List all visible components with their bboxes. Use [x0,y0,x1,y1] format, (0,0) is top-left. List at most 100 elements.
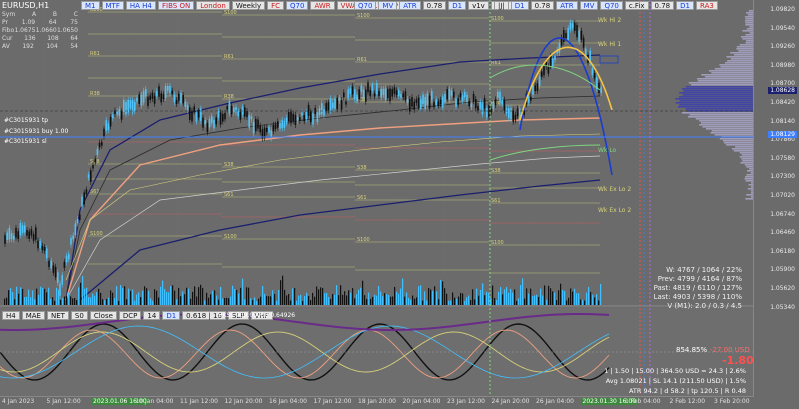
tb-right-button-4[interactable]: D1 [448,1,467,10]
volume-bar [38,294,40,305]
tb-right-button-1[interactable]: MV [378,1,398,10]
candle-body [376,83,378,95]
volume-bar [78,287,80,305]
profile-bar [730,58,753,60]
candle-body [193,106,195,112]
volume-bar [76,300,78,305]
candle-body [369,89,371,97]
tb-mid-button-3[interactable]: FC [267,1,285,10]
candle-body [142,90,145,103]
candle-body [514,114,517,121]
volume-bar [596,294,598,305]
profile-bar [699,120,753,122]
profile-bar [675,102,753,104]
candle-body [446,89,448,100]
candle-body [226,106,228,110]
candle-body [248,114,250,128]
profile-bar [696,78,753,80]
volume-bar [514,289,516,305]
tb-far-button-8[interactable]: D1 [676,1,694,10]
tb-mid-button-0[interactable]: FIBS ON [158,1,195,10]
tb-far-button-5[interactable]: Q70 [600,1,623,10]
volume-bar [326,292,328,305]
volume-bar [36,288,38,305]
volume-bar [240,287,242,305]
candle-body [19,222,22,236]
info-cell: B [52,11,58,18]
volume-bar [84,288,86,305]
price-tick-label: 1.07580 [770,154,795,162]
fib-level-label: S61 [357,195,367,201]
tb-far-button-7[interactable]: 0.78 [650,1,675,10]
volume-bar [102,299,104,305]
volume-bar [186,287,188,305]
candle-body [362,89,365,99]
candle-body [191,110,193,122]
candle-body [52,265,55,273]
volume-bar [452,292,454,305]
tb-mid-button-4[interactable]: Q70 [286,1,309,10]
candle-body [299,117,301,121]
osc-tb-button-4[interactable]: Close [89,311,117,320]
tb-mid-button-2[interactable]: Weekly [231,1,266,10]
tb-mid-button-5[interactable]: AWR [310,1,335,10]
profile-bar [685,108,753,110]
candle-body [61,275,63,285]
candle-body [296,117,299,122]
candle-body [552,58,554,67]
osc-tb-button-5[interactable]: DCP [118,311,142,320]
candle-body [358,89,360,100]
candle-body [567,28,569,41]
volume-bar [114,298,116,305]
tb-mid-button-1[interactable]: London [196,1,230,10]
profile-bar [740,162,753,164]
candle-body [112,114,114,119]
tb-far-button-9[interactable]: RA3 [695,1,718,10]
candle-body [486,108,488,118]
volume-bar [308,296,310,305]
tb-far-button-4[interactable]: MV [579,1,599,10]
candle-body [129,100,132,109]
price-axis[interactable]: 1.09820 1.09540 1.09260 1.08980 1.08700 1.084… [753,0,799,396]
tb-left-button-1[interactable]: MTF [101,1,124,10]
time-axis[interactable]: 4 Jan 2023 5 Jan 12:00 2023.01.06 16:00 10 … [0,396,754,409]
osc-tb-button-3[interactable]: S0 [70,311,88,320]
volume-bar [302,300,304,305]
profile-bar [744,178,753,180]
volume-bar [230,296,232,305]
candle-body [105,120,107,131]
fib-level-label: S38 [357,165,367,171]
tb-right-button-0[interactable]: Q70 [354,1,377,10]
tb-far-button-0[interactable]: |J| [494,1,509,10]
volume-bar [414,298,416,305]
volume-bar [112,292,114,305]
candle-body [413,101,415,110]
osc-tb-button-2[interactable]: NET [46,311,69,320]
tb-right-button-3[interactable]: 0.78 [422,1,447,10]
tb-left-button-2[interactable]: HA H4 [125,1,156,10]
candle-body [290,111,292,124]
tb-right-button-5[interactable]: v1v [468,1,489,10]
profile-bar [730,52,753,54]
tb-far-button-1[interactable]: D1 [510,1,529,10]
info-panel: Sym A B C Pr 1.09 64 75 Fibo 1.0675 1.0660 1.0650 Cu… [2,11,78,51]
tb-far-button-2[interactable]: 0.78 [530,1,555,10]
volume-bar [550,288,552,305]
volume-bar [44,288,46,305]
osc-tb-button-6[interactable]: 14 [143,311,161,320]
volume-bar [322,287,324,305]
candle-body [343,92,345,98]
candle-body [582,37,585,48]
volume-bar [474,299,476,305]
candle-body [85,189,88,195]
tb-far-button-3[interactable]: ATR [556,1,578,10]
osc-tb-button-7[interactable]: D1 [162,311,181,320]
candle-body [349,88,352,94]
tb-right-button-2[interactable]: ATR [399,1,421,10]
tb-left-button-0[interactable]: M1 [81,1,100,10]
osc-tb-button-0[interactable]: H4 [2,311,20,320]
osc-tb-button-1[interactable]: MAE [21,311,45,320]
tb-far-button-6[interactable]: c.Fix [624,1,649,10]
candle-body [439,99,442,105]
volume-bar [408,297,410,305]
